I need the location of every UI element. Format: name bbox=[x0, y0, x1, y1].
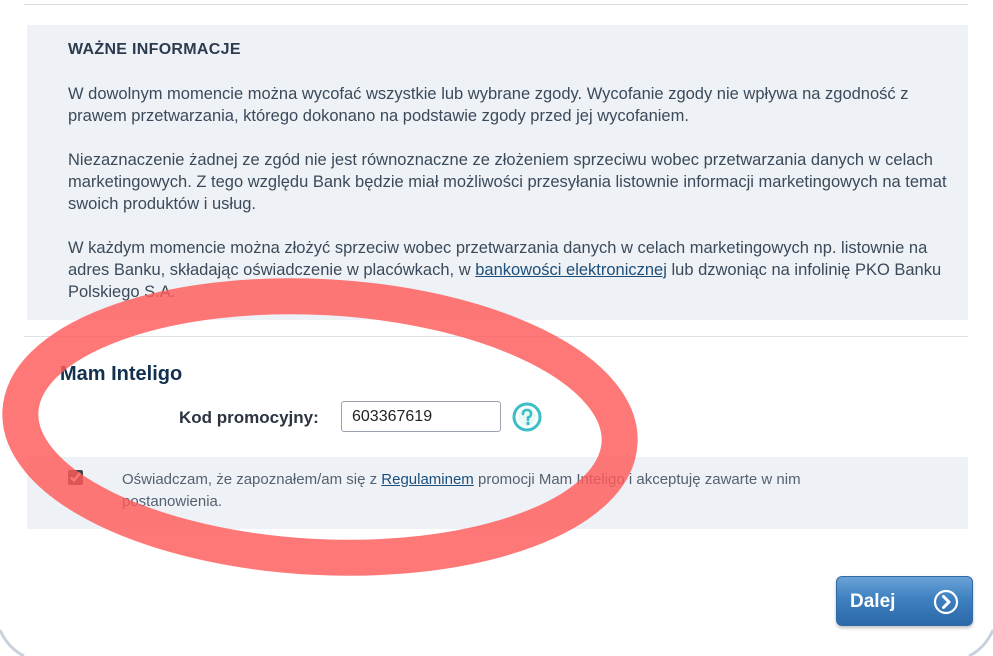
electronic-banking-link[interactable]: bankowości elektronicznej bbox=[475, 261, 667, 279]
consent-text: Oświadczam, że zapoznałem/am się z Regul… bbox=[122, 469, 902, 513]
help-circle-icon[interactable] bbox=[512, 402, 542, 432]
consent-checkbox[interactable] bbox=[68, 470, 83, 485]
next-button-label: Dalej bbox=[850, 591, 896, 612]
arrow-right-circle-icon bbox=[933, 589, 959, 615]
next-button[interactable]: Dalej bbox=[836, 576, 973, 626]
section-divider bbox=[24, 336, 968, 337]
info-paragraph-withdraw: W dowolnym momencie można wycofać wszyst… bbox=[68, 85, 909, 125]
regulations-link[interactable]: Regulaminem bbox=[381, 471, 474, 488]
top-divider bbox=[24, 0, 968, 5]
promo-code-label: Kod promocyjny: bbox=[179, 408, 319, 427]
consent-text-start: Oświadczam, że zapoznałem/am się z bbox=[122, 471, 382, 488]
info-title: WAŻNE INFORMACJE bbox=[68, 41, 241, 58]
consent-box: Oświadczam, że zapoznałem/am się z Regul… bbox=[27, 457, 968, 529]
important-info-box: WAŻNE INFORMACJE W dowolnym momencie moż… bbox=[27, 25, 968, 320]
page-frame: WAŻNE INFORMACJE W dowolnym momencie moż… bbox=[0, 0, 993, 656]
info-paragraph-marketing: Niezaznaczenie żadnej ze zgód nie jest r… bbox=[68, 151, 947, 213]
promo-code-input[interactable] bbox=[341, 401, 501, 432]
info-paragraph-objection: W każdym momencie można złożyć sprzeciw … bbox=[68, 237, 958, 303]
section-title: Mam Inteligo bbox=[60, 363, 183, 385]
